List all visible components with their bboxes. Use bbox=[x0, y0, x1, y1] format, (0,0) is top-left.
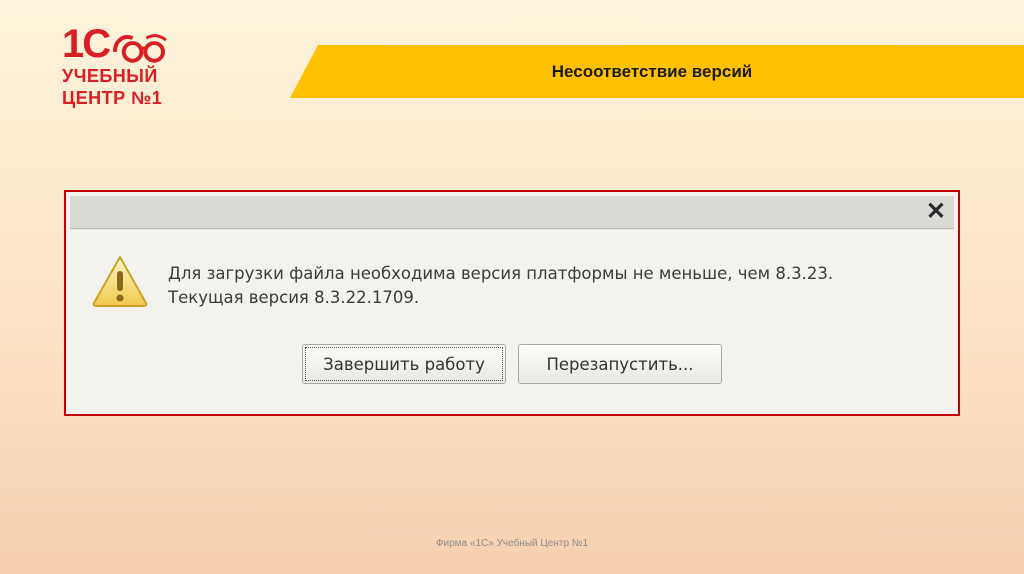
slide-title: Несоответствие версий bbox=[551, 61, 753, 81]
glasses-icon bbox=[113, 34, 168, 63]
logo-1c-text: 1С bbox=[62, 22, 111, 66]
logo-line-2: ЦЕНТР №1 bbox=[62, 88, 163, 108]
title-band: Несоответствие версий bbox=[290, 45, 1024, 98]
logo: 1С УЧЕБНЫЙ ЦЕНТР №1 bbox=[62, 24, 172, 114]
message-line-2: Текущая версия 8.3.22.1709. bbox=[168, 288, 420, 307]
restart-button[interactable]: Перезапустить... bbox=[518, 344, 722, 384]
logo-line-1: УЧЕБНЫЙ bbox=[62, 66, 158, 86]
dialog-body: Для загрузки файла необходима версия пла… bbox=[70, 229, 954, 410]
slide-footer: Фирма «1С» Учебный Центр №1 bbox=[435, 538, 589, 549]
error-dialog: ✕ Для загрузки файла необходима версия п… bbox=[64, 190, 960, 416]
dialog-message: Для загрузки файла необходима версия пла… bbox=[168, 262, 833, 310]
exit-button[interactable]: Завершить работу bbox=[302, 344, 506, 384]
logo-mark: 1С bbox=[62, 24, 172, 64]
dialog-titlebar: ✕ bbox=[70, 196, 954, 229]
warning-triangle-icon bbox=[92, 256, 148, 307]
message-line-1: Для загрузки файла необходима версия пла… bbox=[168, 264, 834, 283]
close-icon[interactable]: ✕ bbox=[926, 199, 946, 225]
